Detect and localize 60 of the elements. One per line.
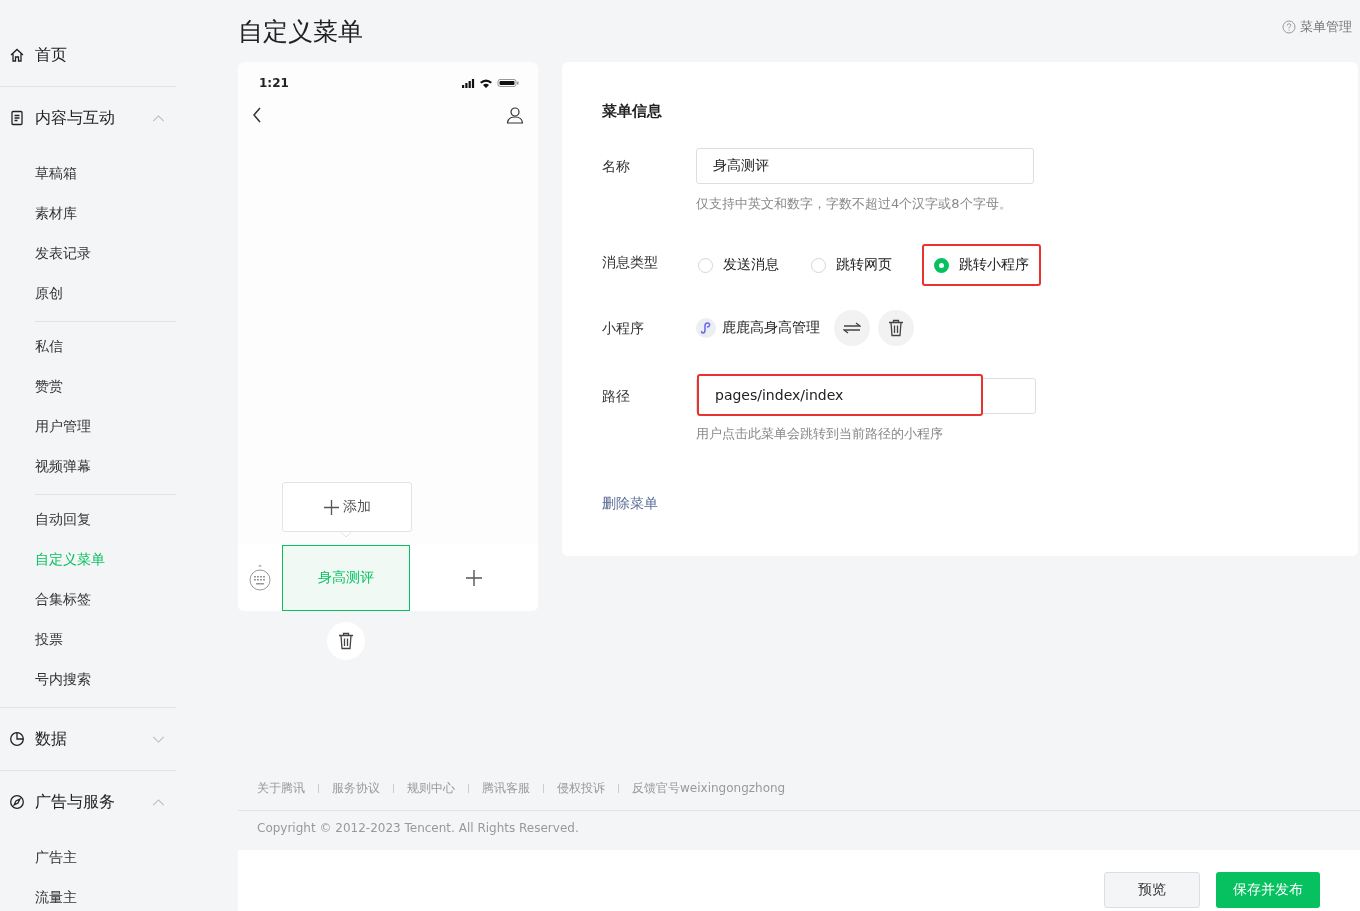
sidebar-item[interactable]: 发表记录 — [35, 233, 176, 273]
radio-option[interactable]: 跳转网页 — [809, 244, 904, 287]
status-icons — [462, 78, 520, 89]
sidebar-item[interactable]: 广告主 — [35, 837, 176, 877]
link-icon — [696, 318, 716, 339]
delete-button[interactable] — [878, 310, 914, 347]
radio-option[interactable]: 发送消息 — [696, 244, 791, 287]
field-label: 路径 — [602, 387, 631, 407]
chevron-icon — [152, 114, 165, 122]
sidebar-item[interactable]: 用户管理 — [35, 406, 176, 446]
help-link[interactable]: 菜单管理 — [1282, 18, 1352, 37]
delete-menu-link[interactable]: 删除菜单 — [602, 495, 658, 514]
hint-text: 仅支持中英文和数字，字数不超过4个汉字或8个字母。 — [696, 195, 1013, 214]
path-input[interactable]: pages/index/index — [697, 374, 983, 417]
sidebar-item[interactable]: 合集标签 — [35, 579, 176, 619]
document-icon — [9, 110, 25, 126]
sidebar-item[interactable]: 投票 — [35, 619, 176, 659]
trash-icon — [338, 632, 354, 651]
home-icon — [9, 47, 25, 63]
sidebar-item[interactable]: 自动回复 — [35, 499, 176, 539]
chevron-icon — [152, 798, 165, 806]
name-input[interactable]: 身高测评 — [696, 148, 1034, 185]
sidebar-item[interactable]: 流量主 — [35, 877, 176, 911]
sidebar-section[interactable]: 数据 — [0, 721, 176, 757]
mini-program-name: 鹿鹿高身高管理 — [722, 319, 820, 338]
radio-option[interactable]: 跳转小程序 — [922, 244, 1041, 287]
trash-icon — [888, 319, 904, 338]
sidebar-section[interactable]: 首页 — [0, 37, 176, 73]
sidebar-item[interactable]: 素材库 — [35, 193, 176, 233]
sidebar-item[interactable]: 视频弹幕 — [35, 446, 176, 486]
swap-icon — [843, 322, 861, 335]
sidebar-item[interactable]: 原创 — [35, 273, 176, 313]
popup-pointer-icon — [340, 531, 352, 538]
compass-icon — [9, 794, 25, 810]
chevron-icon — [152, 735, 165, 743]
back-icon[interactable] — [252, 107, 262, 124]
status-time: 1:21 — [259, 76, 289, 91]
help-icon — [1282, 20, 1296, 35]
sidebar-item[interactable]: 草稿箱 — [35, 153, 176, 193]
copyright-text: Copyright © 2012-2023 Tencent. All Rights Reserved. — [257, 821, 580, 836]
hint-text: 用户点击此菜单会跳转到当前路径的小程序 — [696, 425, 944, 444]
sidebar-item[interactable]: 私信 — [35, 326, 176, 366]
field-label: 名称 — [602, 157, 631, 177]
add-icon — [323, 499, 339, 515]
switch-button[interactable] — [834, 310, 870, 347]
pie-chart-icon — [9, 731, 25, 747]
preview-button[interactable]: 预览 — [1104, 872, 1200, 909]
field-label: 小程序 — [602, 319, 645, 339]
field-label: 消息类型 — [602, 253, 659, 273]
section-title: 菜单信息 — [602, 102, 663, 122]
sidebar-item[interactable]: 号内搜索 — [35, 659, 176, 699]
keyboard-icon[interactable] — [248, 563, 272, 592]
person-icon[interactable] — [506, 106, 524, 125]
sidebar-item[interactable]: 赞赏 — [35, 366, 176, 406]
add-submenu-button[interactable]: 添加 — [282, 482, 412, 533]
delete-button[interactable] — [327, 622, 365, 661]
sidebar-section[interactable]: 内容与互动 — [0, 100, 176, 136]
sidebar-section[interactable]: 广告与服务 — [0, 784, 176, 820]
page-title: 自定义菜单 — [238, 15, 363, 48]
add-icon[interactable] — [466, 569, 482, 586]
